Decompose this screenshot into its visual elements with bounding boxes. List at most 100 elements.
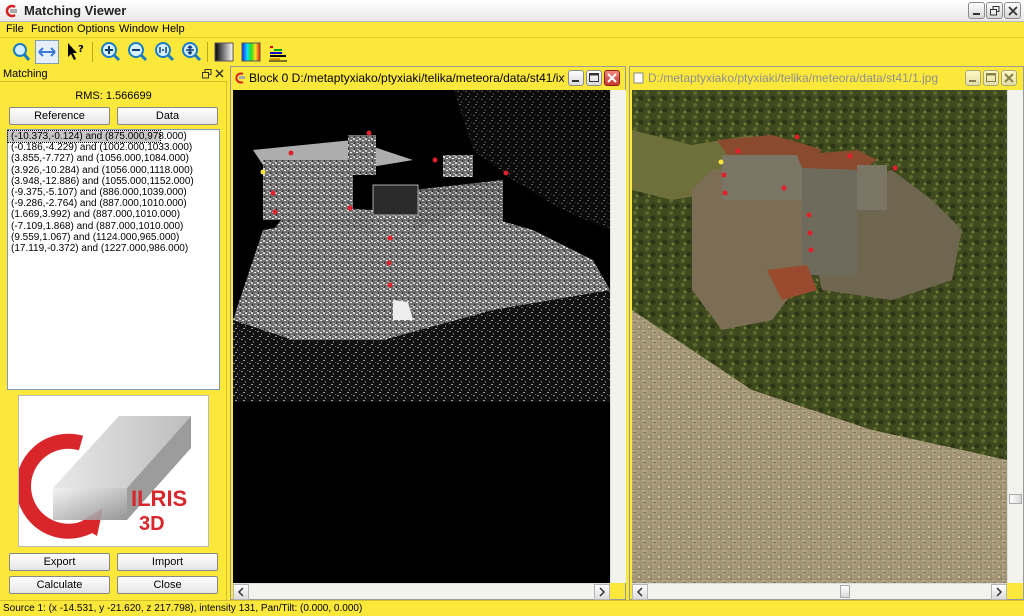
close-icon	[1004, 73, 1014, 83]
restore-button[interactable]	[986, 2, 1003, 19]
photo-maximize-button[interactable]	[983, 70, 999, 86]
app-logo-icon	[5, 4, 17, 18]
restore-icon	[990, 6, 1000, 16]
zoom-out-button[interactable]	[125, 40, 149, 64]
title-bar: Matching Viewer	[0, 0, 1024, 22]
scan-vertical-scrollbar[interactable]	[610, 90, 626, 583]
photo-view[interactable]	[632, 90, 1007, 583]
window-title: Matching Viewer	[24, 3, 127, 18]
maximize-icon	[986, 73, 996, 82]
pan-arrows-icon	[38, 47, 56, 57]
chevron-right-icon	[996, 587, 1003, 597]
logo-text-3d: 3D	[139, 513, 165, 535]
calculate-button[interactable]: Calculate	[9, 576, 110, 594]
grayscale-palette-icon	[214, 42, 234, 62]
point-cloud-image	[233, 90, 610, 583]
photo-vertical-scrollbar[interactable]	[1007, 90, 1023, 583]
menu-bar: File Function Options Window Help	[0, 22, 1024, 37]
ilris-3d-logo-graphic: ILRIS 3D	[16, 416, 191, 539]
rms-value: RMS: 1.566699	[75, 90, 152, 102]
list-item[interactable]: (3.855,-7.727) and (1056.000,1084.000)	[8, 153, 219, 164]
list-item[interactable]: (3.948,-12.886) and (1055.000,1152.000)	[8, 176, 219, 187]
photo-minimize-button[interactable]	[965, 70, 981, 86]
list-item[interactable]: (1.669,3.992) and (887.000,1010.000)	[8, 209, 219, 220]
list-item[interactable]: (-9.375,-5.107) and (886.000,1039.000)	[8, 187, 219, 198]
svg-text:?: ?	[78, 44, 84, 55]
float-panel-icon[interactable]	[202, 69, 212, 79]
zoom-in-button[interactable]	[98, 40, 122, 64]
photo-view-caption: D:/metaptyxiako/ptyxiaki/telika/meteora/…	[630, 67, 1023, 89]
subwindow-app-icon	[235, 72, 245, 84]
list-item[interactable]: (17.119,-0.372) and (1227.000,986.000)	[8, 243, 219, 254]
list-item[interactable]: (-0.186,-4.229) and (1002.000,1033.000)	[8, 142, 219, 153]
photo-image	[632, 90, 1007, 583]
scroll-right-button[interactable]	[594, 584, 610, 600]
scan-view-window: Block 0 D:/metaptyxiako/ptyxiaki/telika/…	[230, 66, 626, 600]
list-item[interactable]: (3.926,-10.284) and (1056.000,1118.000)	[8, 165, 219, 176]
scroll-right-button[interactable]	[991, 584, 1007, 600]
toolbar: ?	[0, 37, 1024, 66]
toolbar-separator	[92, 42, 93, 62]
magnify-button[interactable]	[9, 40, 33, 64]
zoom-fit-button[interactable]	[152, 40, 176, 64]
matching-panel: Matching RMS: 1.566699 Reference Data (-…	[0, 66, 227, 600]
close-button[interactable]	[1004, 2, 1021, 19]
minimize-icon	[572, 80, 579, 82]
list-item[interactable]: (-7.109,1.868) and (887.000,1010.000)	[8, 221, 219, 232]
photo-horizontal-scrollbar[interactable]	[632, 583, 1007, 600]
ilris-3d-logo: ILRIS 3D	[16, 395, 209, 547]
scan-close-button[interactable]	[604, 70, 620, 86]
close-icon	[1008, 6, 1018, 16]
status-text: Source 1: (x -14.531, y -21.620, z 217.7…	[3, 603, 363, 614]
matching-panel-title: Matching	[3, 68, 48, 80]
pan-button[interactable]	[35, 40, 59, 64]
grayscale-palette-button[interactable]	[212, 40, 236, 64]
scan-point-cloud-view[interactable]	[233, 90, 610, 583]
photo-vscroll-thumb[interactable]	[1009, 494, 1022, 504]
zoom-fit-icon	[155, 42, 175, 62]
color-palette-button[interactable]	[239, 40, 263, 64]
photo-hscroll-thumb[interactable]	[840, 585, 850, 598]
pointer-help-button[interactable]: ?	[63, 40, 87, 64]
toolbar-separator	[207, 42, 208, 62]
matching-panel-header: Matching	[0, 66, 227, 82]
menu-help[interactable]: Help	[162, 23, 185, 35]
import-button[interactable]: Import	[117, 553, 218, 571]
minimize-icon	[969, 80, 976, 82]
logo-text-ilris: ILRIS	[131, 486, 187, 511]
zoom-in-icon	[101, 42, 121, 62]
close-panel-icon[interactable]	[215, 69, 225, 79]
menu-function[interactable]: Function	[31, 23, 73, 35]
status-bar: Source 1: (x -14.531, y -21.620, z 217.7…	[0, 600, 1024, 616]
maximize-icon	[589, 73, 599, 82]
point-pairs-list[interactable]: (-10.373,-0.124) and (875.000,978.000) (…	[7, 129, 220, 390]
list-item[interactable]: (9.559,1.067) and (1124.000,965.000)	[8, 232, 219, 243]
data-button[interactable]: Data	[117, 107, 218, 125]
photo-close-button[interactable]	[1001, 70, 1017, 86]
menu-options[interactable]: Options	[77, 23, 115, 35]
list-item[interactable]: (-9.286,-2.764) and (887.000,1010.000)	[8, 198, 219, 209]
scroll-left-button[interactable]	[233, 584, 249, 600]
scan-maximize-button[interactable]	[586, 70, 602, 86]
scan-minimize-button[interactable]	[568, 70, 584, 86]
menu-window[interactable]: Window	[119, 23, 158, 35]
photo-view-window: D:/metaptyxiako/ptyxiaki/telika/meteora/…	[629, 66, 1024, 600]
chevron-right-icon	[599, 587, 606, 597]
menu-file[interactable]: File	[6, 23, 24, 35]
histogram-button[interactable]	[266, 40, 290, 64]
close-panel-button[interactable]: Close	[117, 576, 218, 594]
scroll-left-button[interactable]	[632, 584, 648, 600]
close-icon	[607, 73, 617, 83]
minimize-button[interactable]	[968, 2, 985, 19]
export-button[interactable]: Export	[9, 553, 110, 571]
scan-view-title: Block 0 D:/metaptyxiako/ptyxiaki/telika/…	[249, 71, 565, 85]
zoom-out-icon	[128, 42, 148, 62]
scan-horizontal-scrollbar[interactable]	[233, 583, 610, 600]
chevron-left-icon	[636, 587, 643, 597]
list-item[interactable]: (-10.373,-0.124) and (875.000,978.000)	[7, 129, 187, 144]
photo-view-title: D:/metaptyxiako/ptyxiaki/telika/meteora/…	[648, 71, 939, 85]
chevron-left-icon	[237, 587, 244, 597]
reference-button[interactable]: Reference	[9, 107, 110, 125]
minimize-icon	[973, 13, 980, 15]
zoom-all-button[interactable]	[179, 40, 203, 64]
